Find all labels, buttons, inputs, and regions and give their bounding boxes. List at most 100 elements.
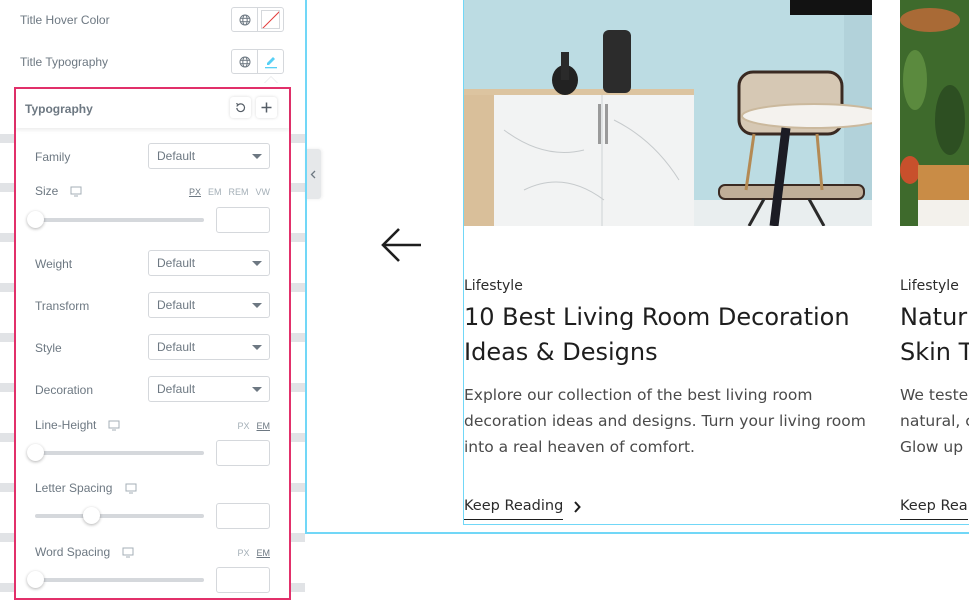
unit-em[interactable]: EM [257,548,271,558]
global-colors-button[interactable] [232,8,257,31]
keep-reading-link[interactable]: Keep Rea [900,498,968,520]
unit-px[interactable]: PX [237,421,249,431]
post-title[interactable]: Natur Skin T [900,300,969,370]
family-select-value: Default [157,149,196,163]
family-label: Family [35,150,71,164]
chevron-right-icon [574,500,582,513]
post-thumbnail[interactable] [900,0,969,226]
desktop-icon[interactable] [125,483,137,494]
line-height-slider[interactable] [27,444,204,461]
chevron-down-icon [252,261,262,266]
unit-rem[interactable]: REM [229,187,249,197]
decoration-label: Decoration [35,383,94,397]
word-spacing-input[interactable] [216,567,270,593]
size-slider-thumb[interactable] [27,211,44,228]
post-title-line: Natur [900,303,968,331]
unit-px[interactable]: PX [189,187,201,197]
transform-select-value: Default [157,298,196,312]
excerpt-line: decoration ideas and designs. Turn your … [464,412,866,430]
unit-em[interactable]: EM [208,187,222,197]
word-spacing-slider[interactable] [27,571,204,588]
letter-spacing-label: Letter Spacing [35,481,113,495]
letter-spacing-slider[interactable] [35,507,204,524]
global-typography-button[interactable] [232,50,257,73]
add-typography-button[interactable] [256,97,277,118]
desktop-icon[interactable] [122,547,134,558]
weight-field: Weight Default [16,249,289,279]
style-select-value: Default [157,340,196,354]
editor-panel: Title Hover Color Title Typography Typog… [0,0,305,600]
title-hover-color-buttons [231,7,284,32]
popover-caret [264,77,278,84]
size-label: Size [35,184,59,198]
letter-spacing-field: Letter Spacing [16,479,289,539]
word-spacing-label: Word Spacing [35,545,111,559]
desktop-icon[interactable] [108,420,120,431]
word-spacing-field: Word Spacing PX EM [16,543,289,600]
word-spacing-unit-switcher: PX EM [237,548,270,558]
unit-px[interactable]: PX [237,548,249,558]
excerpt-line: natural, c [900,412,969,430]
letter-spacing-input[interactable] [216,503,270,529]
excerpt-line: Glow up [900,438,964,456]
plus-icon [261,102,272,113]
typography-popover: Typography Family Default Size PX EM REM… [14,87,291,600]
family-field: Family Default [16,141,289,171]
empty-color-swatch [261,10,281,29]
title-typography-buttons [231,49,284,74]
post-title[interactable]: 10 Best Living Room Decoration Ideas & D… [464,300,850,370]
pencil-icon [264,56,277,68]
transform-label: Transform [35,299,90,313]
line-height-field: Line-Height PX EM [16,416,289,476]
arrow-left-icon[interactable] [380,226,424,264]
weight-select[interactable]: Default [148,250,270,276]
post-category[interactable]: Lifestyle [464,278,523,294]
post-title-line: Skin T [900,338,969,366]
excerpt-line: into a real heaven of comfort. [464,438,695,456]
keep-reading-label: Keep Rea [900,498,968,520]
decoration-select-value: Default [157,382,196,396]
reset-typography-button[interactable] [230,97,251,118]
edit-typography-button[interactable] [257,50,283,73]
line-height-input[interactable] [216,440,270,466]
typography-popover-header: Typography [16,89,289,128]
globe-icon [239,56,251,67]
transform-field: Transform Default [16,291,289,321]
globe-icon [239,14,251,25]
post-title-line: 10 Best Living Room Decoration [464,303,850,331]
family-select[interactable]: Default [148,143,270,169]
title-hover-color-label: Title Hover Color [20,13,110,27]
desktop-icon[interactable] [70,186,82,197]
color-picker-button[interactable] [257,8,283,31]
line-height-label: Line-Height [35,418,97,432]
chevron-down-icon [252,303,262,308]
keep-reading-label: Keep Reading [464,498,564,520]
keep-reading-link[interactable]: Keep Reading [464,498,582,520]
title-hover-color-control: Title Hover Color [0,0,305,40]
letter-spacing-slider-thumb[interactable] [82,507,100,524]
typography-heading: Typography [25,101,93,116]
post-category[interactable]: Lifestyle [900,278,959,294]
style-select[interactable]: Default [148,334,270,360]
excerpt-line: We teste [900,386,969,404]
line-height-slider-thumb[interactable] [27,444,44,461]
word-spacing-slider-thumb[interactable] [27,571,44,588]
size-slider[interactable] [27,211,204,228]
size-input[interactable] [216,207,270,233]
transform-select[interactable]: Default [148,292,270,318]
decoration-field: Decoration Default [16,375,289,405]
decoration-select[interactable]: Default [148,376,270,402]
reset-icon [236,102,246,113]
post-thumbnail[interactable] [464,0,872,226]
size-unit-switcher: PX EM REM VW [189,187,270,197]
title-typography-control: Title Typography [0,42,305,82]
post-excerpt: Explore our collection of the best livin… [464,382,866,460]
unit-em[interactable]: EM [257,421,271,431]
chevron-down-icon [252,387,262,392]
line-height-unit-switcher: PX EM [237,421,270,431]
title-typography-label: Title Typography [20,55,109,69]
post-title-line: Ideas & Designs [464,338,658,366]
unit-vw[interactable]: VW [256,187,271,197]
weight-label: Weight [35,257,73,271]
weight-select-value: Default [157,256,196,270]
